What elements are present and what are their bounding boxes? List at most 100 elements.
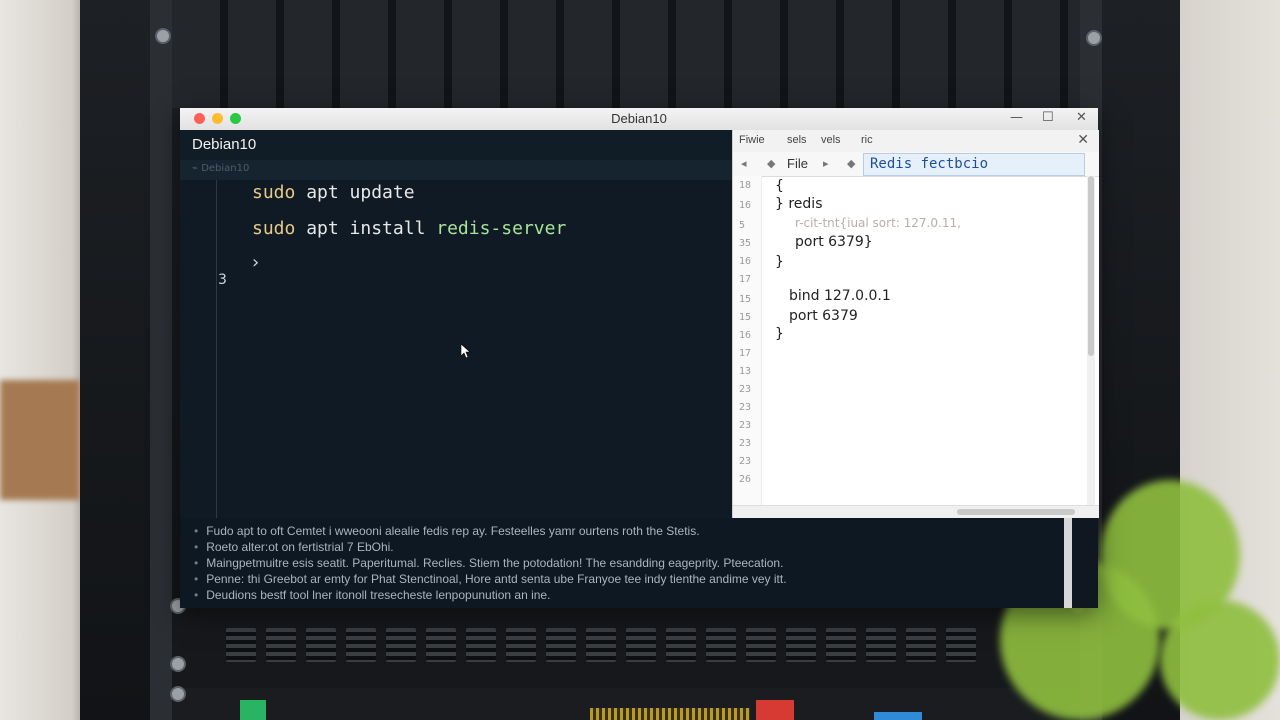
- terminal-prompt[interactable]: ›: [252, 252, 259, 273]
- editor-line-gutter: 18 16 5 35 16 17 15 15 16 17 13 23 23 23…: [733, 176, 762, 518]
- editor-line-number: 16: [739, 200, 752, 211]
- bullet-icon: •: [194, 572, 199, 586]
- mouse-pointer-icon: [461, 344, 471, 358]
- rack-rail-left: [150, 0, 172, 720]
- patch-port: [386, 628, 416, 662]
- rack-screw: [170, 656, 186, 672]
- patch-port: [346, 628, 376, 662]
- plant-foliage: [1160, 600, 1280, 720]
- code-line: }: [775, 254, 784, 270]
- log-scrollbar[interactable]: [1064, 518, 1072, 608]
- scrollbar-thumb[interactable]: [957, 509, 1075, 515]
- scrollbar-thumb[interactable]: [1088, 176, 1094, 356]
- patch-port: [226, 628, 256, 662]
- log-line: • Penne: thi Greebot ar emty for Phat Ste…: [194, 572, 787, 586]
- app-window: Debian10 — ☐ ✕ Debian10 ⌁ Debian10 sudo …: [180, 108, 1099, 608]
- editor-line-number: 17: [739, 348, 752, 359]
- terminal-line: sudo apt update: [252, 182, 415, 203]
- log-line: • Roeto alter:ot on fertistrial 7 EbOhi.: [194, 540, 394, 554]
- editor-line-number: 26: [739, 474, 752, 485]
- window-titlebar[interactable]: Debian10 — ☐ ✕: [180, 108, 1098, 130]
- editor-line-number: 23: [739, 456, 752, 467]
- package-name: redis-server: [436, 218, 567, 239]
- editor-line-number: 23: [739, 438, 752, 449]
- code-line: port 6379}: [795, 234, 873, 250]
- editor-menu-item[interactable]: ric: [861, 134, 873, 146]
- command-text: apt update: [295, 182, 415, 203]
- editor-line-number: 35: [739, 238, 752, 249]
- patch-port: [506, 628, 536, 662]
- log-text: Maingpetmuitre esis seatit. Paperitumal.…: [206, 556, 784, 570]
- back-icon[interactable]: ◂: [741, 157, 747, 170]
- code-line: {: [775, 178, 784, 194]
- editor-line-number: 23: [739, 402, 752, 413]
- editor-menu-item[interactable]: Fiwie: [739, 134, 765, 146]
- terminal-subtitle: ⌁ Debian10: [192, 163, 250, 174]
- maximize-icon[interactable]: ☐: [1042, 110, 1054, 125]
- bullet-icon: •: [194, 588, 199, 602]
- patch-port: [666, 628, 696, 662]
- log-text: Fudo apt to oft Cemtet i wweooni alealie…: [206, 524, 700, 538]
- bullet-icon: •: [194, 540, 199, 554]
- patch-port: [906, 628, 936, 662]
- close-icon[interactable]: ✕: [1076, 110, 1087, 125]
- patch-port: [546, 628, 576, 662]
- code-line: bind 127.0.0.1: [789, 288, 891, 304]
- rack-screw: [170, 686, 186, 702]
- code-line: } redis: [775, 196, 823, 212]
- diamond-icon[interactable]: ◆: [847, 157, 855, 170]
- editor-line-number: 17: [739, 274, 752, 285]
- editor-horizontal-scrollbar[interactable]: [733, 505, 1099, 518]
- editor-tab[interactable]: Redis fectbcio: [863, 153, 1085, 176]
- patch-port: [826, 628, 856, 662]
- editor-menu-item[interactable]: vels: [821, 134, 841, 146]
- status-led-red: [756, 700, 794, 720]
- rack-top-servers: [172, 0, 1080, 108]
- editor-line-number: 16: [739, 256, 752, 267]
- editor-line-number: 15: [739, 312, 752, 323]
- editor-line-number: 18: [739, 180, 752, 191]
- editor-line-number: 23: [739, 384, 752, 395]
- patch-port: [706, 628, 736, 662]
- log-line: • Deudions bestf tool lner itonoll tresec…: [194, 588, 550, 602]
- patch-port: [266, 628, 296, 662]
- rack-screw: [1086, 30, 1102, 46]
- log-line: • Maingpetmuitre esis seatit. Paperitumal…: [194, 556, 783, 570]
- patch-port: [306, 628, 336, 662]
- patch-port: [466, 628, 496, 662]
- patch-port: [946, 628, 976, 662]
- editor-line-number: 15: [739, 294, 752, 305]
- editor-menubar: Fiwie sels vels ric ✕: [733, 130, 1099, 153]
- file-label[interactable]: File: [787, 156, 808, 171]
- log-line: • Fudo apt to oft Cemtet i wweooni aleali…: [194, 524, 700, 538]
- patch-port: [746, 628, 776, 662]
- terminal-title: Debian10: [192, 136, 257, 153]
- editor-close-icon[interactable]: ✕: [1077, 132, 1089, 148]
- forward-icon[interactable]: ▸: [823, 157, 829, 170]
- status-led-green: [240, 700, 266, 720]
- minimize-icon[interactable]: —: [1010, 110, 1023, 125]
- text-editor-pane[interactable]: Fiwie sels vels ric ✕ ◂ ◆ File ▸ ◆ Redis…: [732, 130, 1099, 518]
- patch-port: [586, 628, 616, 662]
- editor-vertical-scrollbar[interactable]: [1087, 176, 1095, 506]
- log-text: Roeto alter:ot on fertistrial 7 EbOhi.: [206, 540, 394, 554]
- terminal-subbar: ⌁ Debian10: [180, 160, 732, 180]
- editor-line-number: 13: [739, 366, 752, 377]
- drive-bay-strip: [590, 708, 750, 720]
- bullet-icon: •: [194, 556, 199, 570]
- log-text: Penne: thi Greebot ar emty for Phat Sten…: [206, 572, 787, 586]
- editor-menu-item[interactable]: sels: [787, 134, 807, 146]
- editor-line-number: 5: [739, 220, 746, 231]
- background-furniture: [0, 380, 80, 500]
- code-line-faded: r-cit-tnt{iual sort: 127.0.11,: [795, 216, 961, 230]
- editor-tab-label: Redis fectbcio: [870, 156, 989, 172]
- patch-port: [626, 628, 656, 662]
- command-keyword: sudo: [252, 182, 296, 203]
- terminal-header: Debian10: [180, 130, 732, 160]
- log-text: Deudions bestf tool lner itonoll tresech…: [206, 588, 551, 602]
- diamond-icon[interactable]: ◆: [767, 157, 775, 170]
- line-number: 3: [218, 272, 227, 288]
- patch-port: [786, 628, 816, 662]
- patch-port: [426, 628, 456, 662]
- editor-line-number: 23: [739, 420, 752, 431]
